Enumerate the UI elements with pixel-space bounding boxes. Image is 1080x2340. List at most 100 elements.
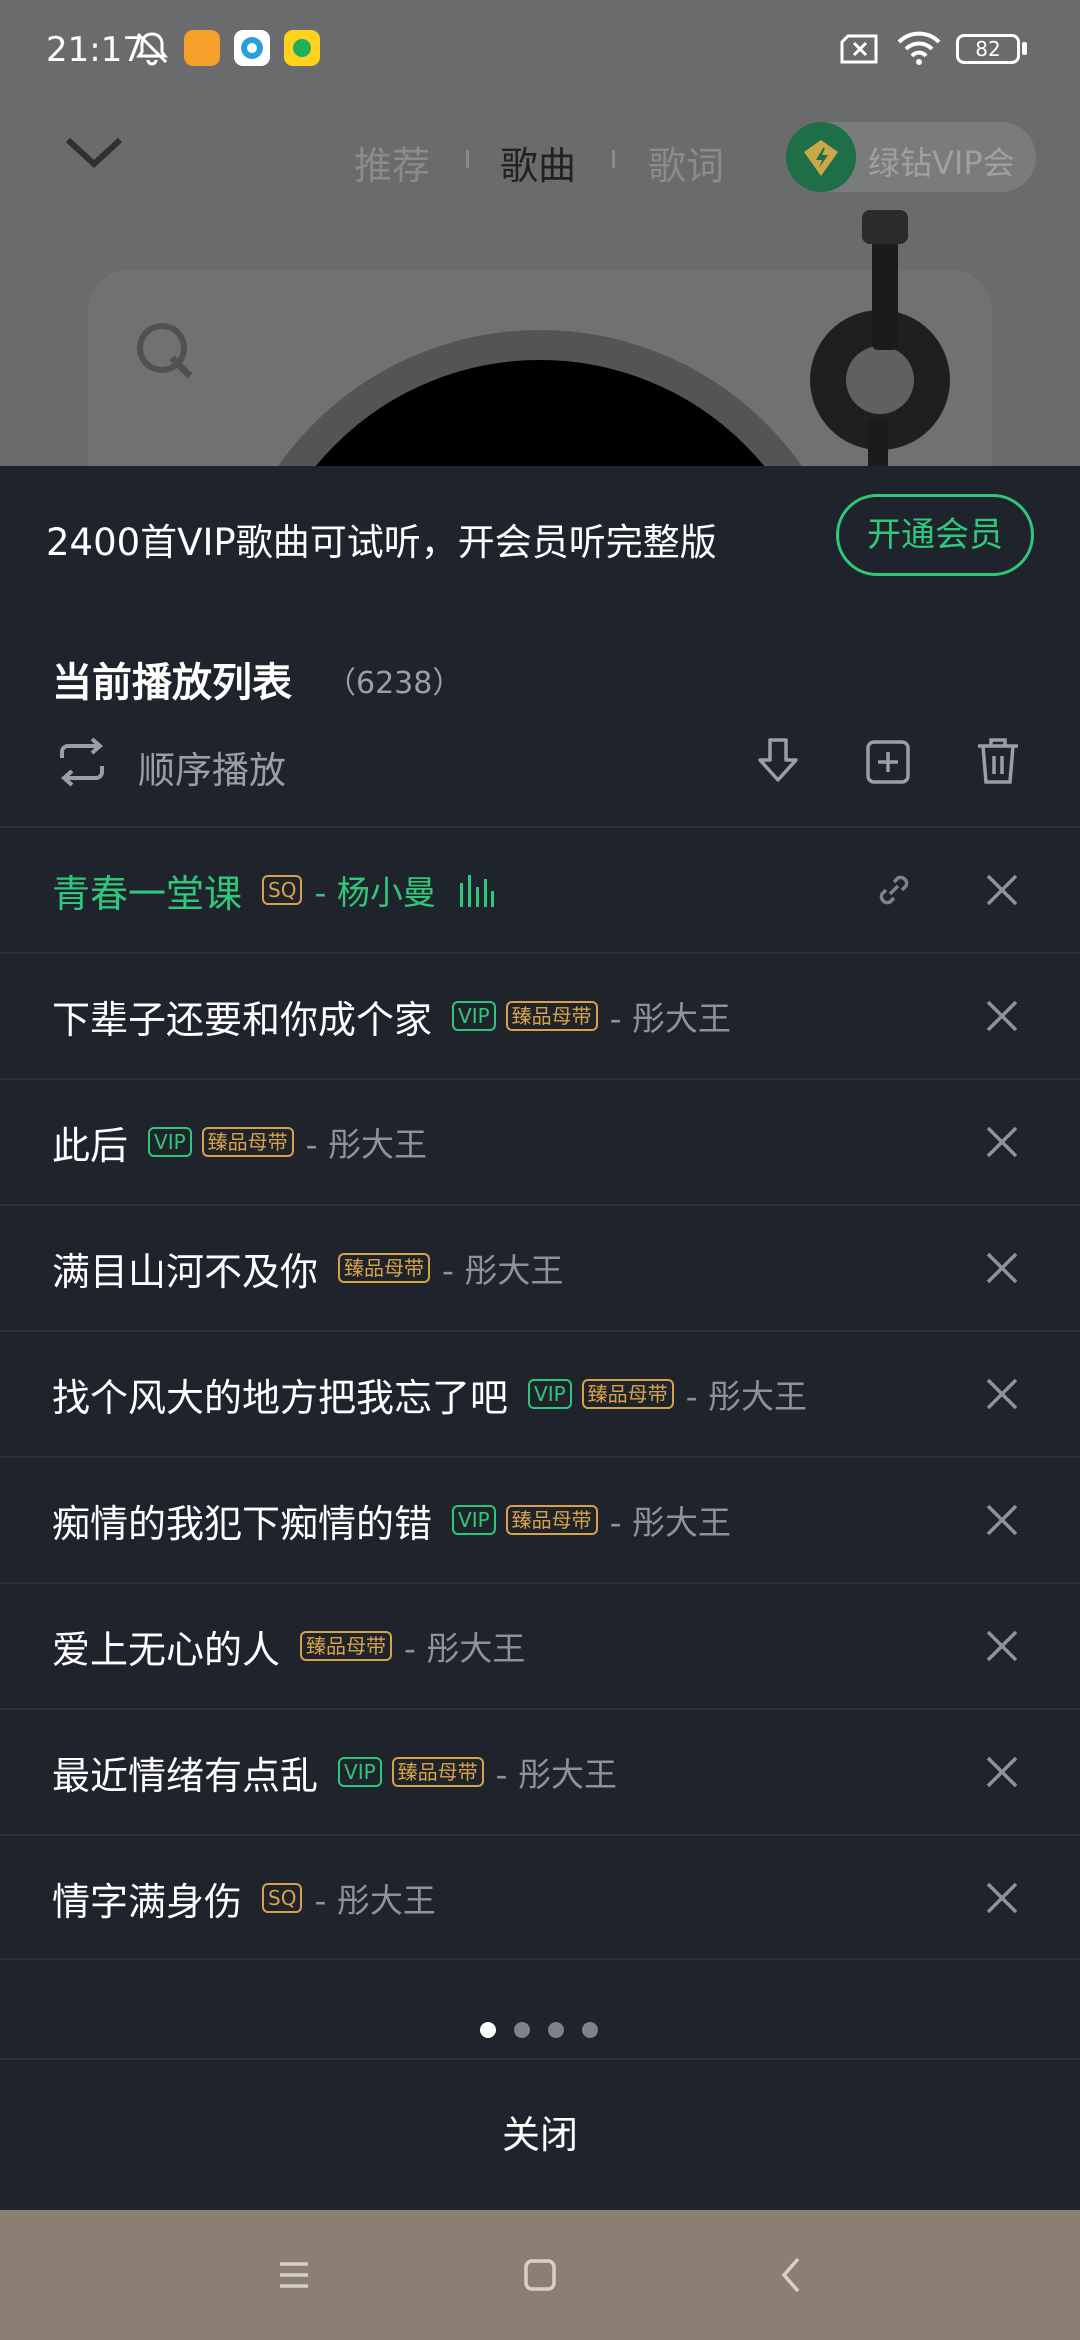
repeat-order-icon[interactable] (54, 736, 110, 788)
master-tape-tag: 臻品母带 (581, 1379, 674, 1409)
battery-indicator: 82 (956, 34, 1020, 64)
tab-separator (466, 150, 469, 168)
close-icon[interactable] (984, 1124, 1020, 1160)
song-row[interactable]: 找个风大的地方把我忘了吧 VIP 臻品母带 - 彤大王 (0, 1330, 1080, 1456)
close-icon[interactable] (984, 1502, 1020, 1538)
tonearm-rod (872, 230, 898, 350)
sq-tag: SQ (262, 1883, 303, 1913)
master-tape-tag: 臻品母带 (338, 1253, 431, 1283)
song-row[interactable]: 痴情的我犯下痴情的错 VIP 臻品母带 - 彤大王 (0, 1456, 1080, 1582)
song-artist: - 杨小曼 (314, 873, 436, 912)
status-time: 21:17 (46, 30, 144, 70)
player-background: 21:17 82 推荐 歌曲 歌词 绿钻VIP会 (0, 0, 1080, 466)
app-badge-yellow (284, 30, 320, 66)
add-to-playlist-icon[interactable] (862, 734, 914, 788)
vip-pill-button[interactable]: 绿钻VIP会 (786, 122, 1036, 192)
tab-lyrics[interactable]: 歌词 (648, 135, 724, 190)
back-icon[interactable] (772, 2255, 812, 2295)
close-icon[interactable] (984, 998, 1020, 1034)
vip-promo-text: 2400首VIP歌曲可试听，开会员听完整版 (46, 521, 717, 564)
master-tape-tag: 臻品母带 (505, 1505, 598, 1535)
mute-bell-icon (136, 32, 168, 66)
close-icon[interactable] (984, 872, 1020, 908)
sq-tag: SQ (262, 875, 303, 905)
song-row[interactable]: 情字满身伤 SQ - 彤大王 (0, 1834, 1080, 1960)
song-row[interactable]: 青春一堂课 SQ - 杨小曼 (0, 826, 1080, 952)
song-row[interactable]: 爱上无心的人 臻品母带 - 彤大王 (0, 1582, 1080, 1708)
app-badge-orange (184, 30, 220, 66)
tonearm-arm (868, 420, 888, 466)
page-dot (548, 2022, 564, 2038)
playlist-title: 当前播放列表 (52, 660, 292, 706)
song-list: 青春一堂课 SQ - 杨小曼 下辈子还要和你成个家 VIP 臻品母带 - 彤大王… (0, 826, 1080, 1960)
qq-music-logo-icon (137, 323, 193, 379)
battery-tip (1022, 42, 1027, 55)
song-artist: - 彤大王 (442, 1251, 564, 1290)
song-row[interactable]: 此后 VIP 臻品母带 - 彤大王 (0, 1078, 1080, 1204)
song-row[interactable]: 下辈子还要和你成个家 VIP 臻品母带 - 彤大王 (0, 952, 1080, 1078)
song-artist: - 彤大王 (609, 999, 732, 1038)
close-icon[interactable] (984, 1250, 1020, 1286)
master-tape-tag: 臻品母带 (201, 1127, 294, 1157)
tab-separator (612, 150, 615, 168)
vip-tag: VIP (528, 1379, 572, 1409)
play-mode-label[interactable]: 顺序播放 (138, 740, 286, 794)
song-title: 最近情绪有点乱 (52, 1753, 319, 1798)
master-tape-tag: 臻品母带 (300, 1631, 393, 1661)
page-dot (514, 2022, 530, 2038)
home-icon[interactable] (520, 2255, 560, 2295)
vip-pill-label: 绿钻VIP会 (868, 144, 1015, 182)
playlist-count: （6238） (326, 666, 463, 701)
download-icon[interactable] (752, 734, 804, 788)
player-header: 推荐 歌曲 歌词 绿钻VIP会 (0, 110, 1080, 210)
close-icon[interactable] (984, 1376, 1020, 1412)
open-membership-button[interactable]: 开通会员 (836, 494, 1034, 576)
song-title: 找个风大的地方把我忘了吧 (52, 1375, 509, 1420)
menu-icon[interactable] (274, 2255, 314, 2295)
close-icon[interactable] (984, 1628, 1020, 1664)
vip-tag: VIP (338, 1757, 382, 1787)
status-bar: 21:17 82 (0, 0, 1080, 100)
close-icon[interactable] (984, 1754, 1020, 1790)
battery-level: 82 (975, 37, 1001, 61)
close-sheet-button[interactable]: 关闭 (0, 2060, 1080, 2210)
tab-recommend[interactable]: 推荐 (354, 135, 430, 190)
page-dot (480, 2022, 496, 2038)
song-title: 下辈子还要和你成个家 (52, 997, 433, 1042)
song-title: 情字满身伤 (52, 1879, 243, 1924)
tonearm-knob (846, 346, 914, 414)
song-artist: - 彤大王 (314, 1881, 436, 1920)
song-artist: - 彤大王 (685, 1377, 808, 1416)
playing-equalizer-icon (459, 875, 494, 907)
song-row[interactable]: 最近情绪有点乱 VIP 臻品母带 - 彤大王 (0, 1708, 1080, 1834)
app-badge-blue (234, 30, 270, 66)
tonearm-cap (862, 210, 908, 244)
sim-x-icon (840, 34, 878, 64)
song-title: 满目山河不及你 (52, 1249, 319, 1294)
page-indicator (480, 2022, 610, 2042)
collapse-chevron-icon[interactable] (62, 132, 126, 172)
vip-tag: VIP (452, 1505, 496, 1535)
song-artist: - 彤大王 (609, 1503, 732, 1542)
song-row[interactable]: 满目山河不及你 臻品母带 - 彤大王 (0, 1204, 1080, 1330)
song-title: 青春一堂课 (52, 871, 243, 916)
vip-tag: VIP (452, 1001, 496, 1031)
tab-songs[interactable]: 歌曲 (500, 135, 576, 190)
master-tape-tag: 臻品母带 (391, 1757, 484, 1787)
master-tape-tag: 臻品母带 (505, 1001, 598, 1031)
close-icon[interactable] (984, 1880, 1020, 1916)
system-nav-bar (0, 2210, 1080, 2340)
link-icon[interactable] (872, 868, 916, 912)
song-title: 痴情的我犯下痴情的错 (52, 1501, 433, 1546)
song-artist: - 彤大王 (495, 1755, 618, 1794)
trash-icon[interactable] (972, 734, 1024, 788)
song-title: 此后 (52, 1123, 129, 1168)
song-artist: - 彤大王 (305, 1125, 428, 1164)
vip-tag: VIP (148, 1127, 192, 1157)
song-artist: - 彤大王 (404, 1629, 526, 1668)
playlist-sheet: 2400首VIP歌曲可试听，开会员听完整版 开通会员 当前播放列表 （6238）… (0, 466, 1080, 2210)
wifi-icon (897, 31, 941, 65)
page-dot (582, 2022, 598, 2038)
song-title: 爱上无心的人 (52, 1627, 281, 1672)
vip-diamond-icon (786, 122, 856, 192)
